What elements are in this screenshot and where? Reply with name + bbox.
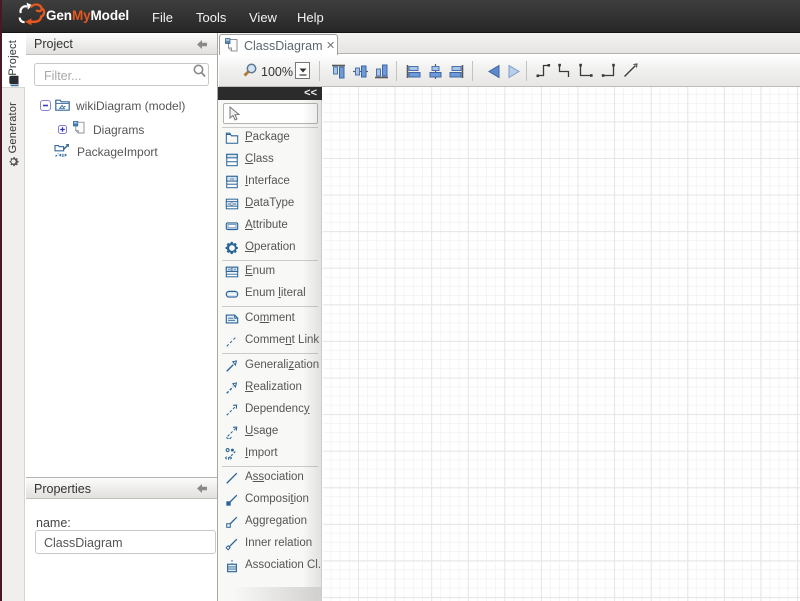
svg-text:«D»: «D» (227, 202, 236, 208)
svg-text:‹I›: ‹I› (229, 177, 234, 183)
svg-text:«E»: «E» (227, 267, 236, 273)
